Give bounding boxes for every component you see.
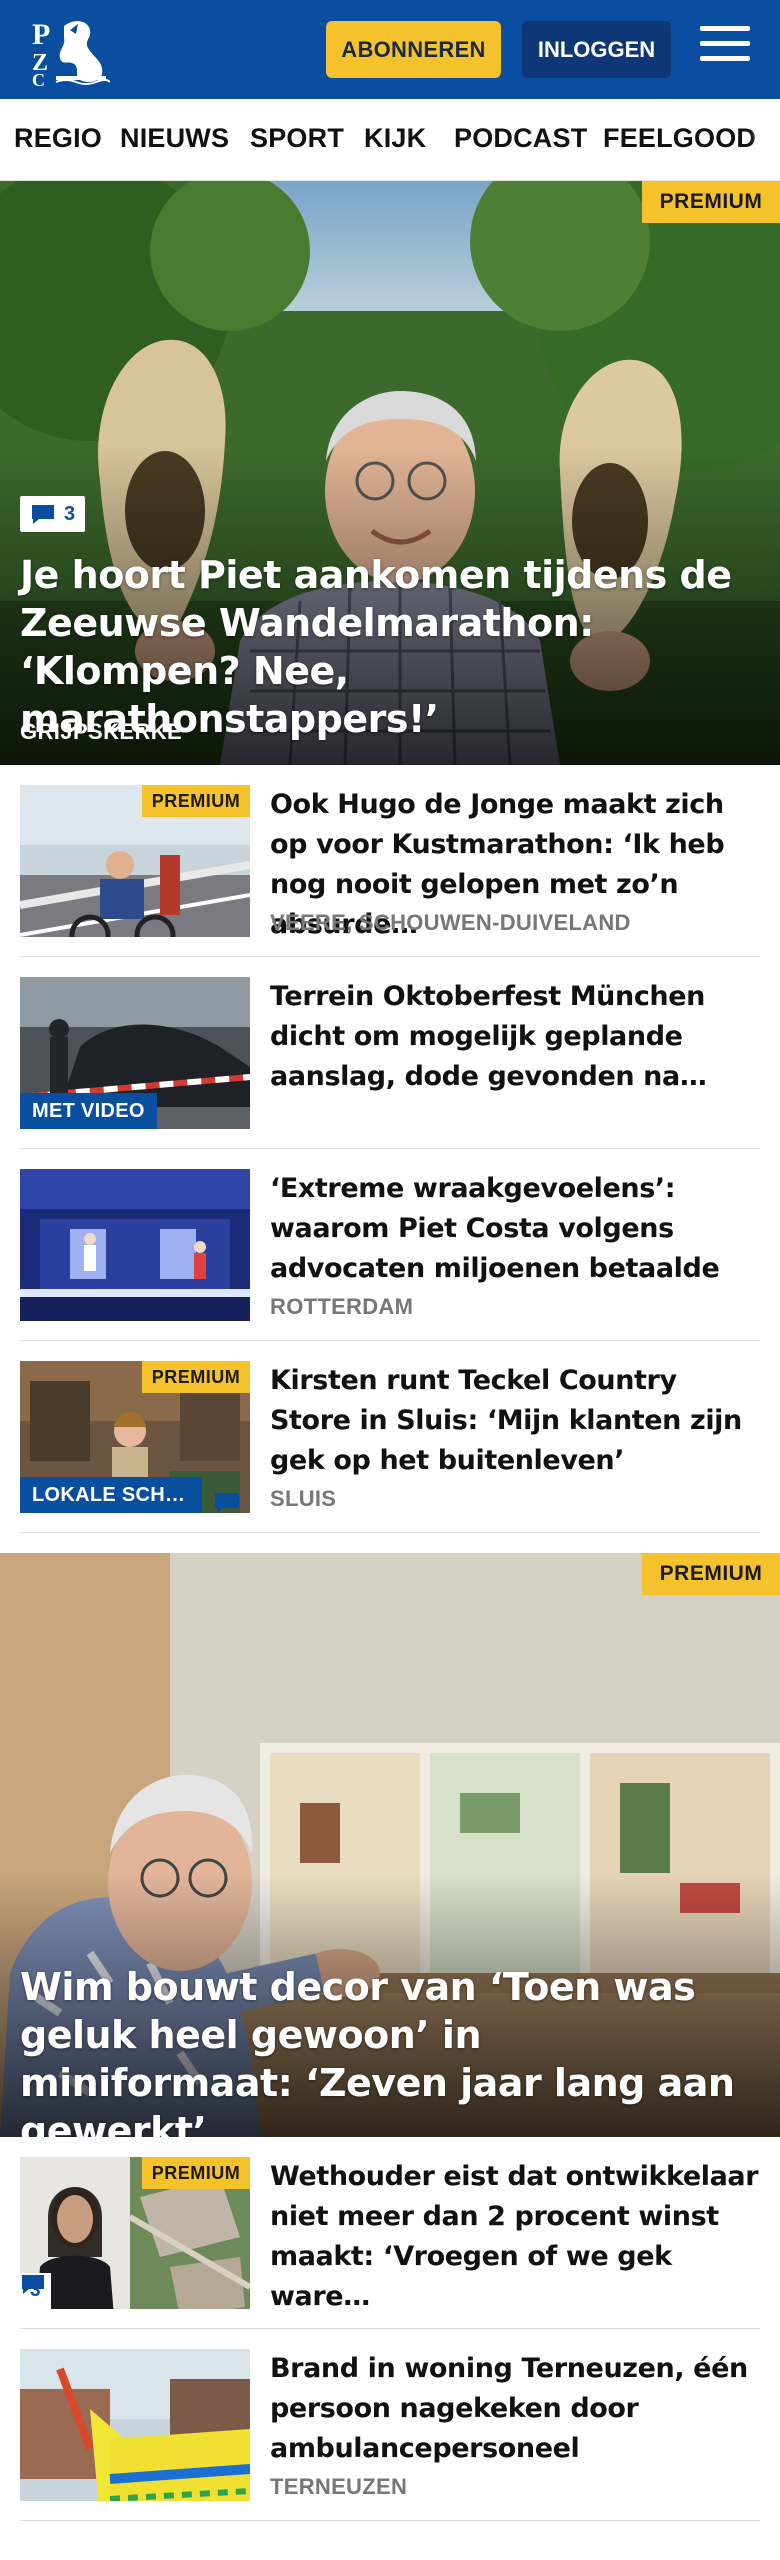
nav-item-podcast[interactable]: PODCAST: [454, 123, 587, 154]
premium-badge: PREMIUM: [642, 1553, 780, 1595]
subscribe-button[interactable]: ABONNEREN: [326, 21, 501, 78]
article-headline[interactable]: Terrein Oktoberfest München dicht om mog…: [270, 977, 760, 1097]
nav-item-sport[interactable]: SPORT: [250, 123, 344, 154]
video-label: MET VIDEO: [20, 1093, 157, 1129]
nav-item-nieuws[interactable]: NIEUWS: [120, 123, 229, 154]
premium-badge: PREMIUM: [642, 181, 780, 223]
article-thumbnail: PREMIUM 3: [20, 2157, 250, 2309]
section-nav: REGIO NIEUWS SPORT KIJK PODCAST FEELGOOD: [0, 99, 780, 181]
article-location: TERNEUZEN: [270, 2474, 408, 2499]
local-label: LOKALE SCH…: [20, 1477, 202, 1513]
list-item[interactable]: ‘Extreme wraakgevoelens’: waarom Piet Co…: [20, 1149, 760, 1341]
hero-article-2[interactable]: PREMIUM Wim bouwt decor van ‘Toen was ge…: [0, 1553, 780, 2137]
nav-item-kijk[interactable]: KIJK: [364, 123, 426, 154]
pzc-logo[interactable]: P Z C: [30, 14, 111, 90]
comment-count-chip[interactable]: 3: [20, 496, 86, 532]
premium-badge: PREMIUM: [142, 2157, 250, 2189]
list-item[interactable]: PREMIUM Ook Hugo de Jonge maakt zich op …: [20, 765, 760, 957]
article-thumbnail: MET VIDEO: [20, 977, 250, 1129]
pzc-logo-icon: P Z C: [32, 18, 111, 90]
article-location: SLUIS: [270, 1486, 337, 1511]
nav-item-feelgood[interactable]: FEELGOOD: [603, 123, 756, 154]
article-headline[interactable]: Brand in woning Terneuzen, één persoon n…: [270, 2349, 760, 2469]
article-location: VEERE, SCHOUWEN-DUIVELAND: [270, 910, 631, 935]
article-headline[interactable]: ‘Extreme wraakgevoelens’: waarom Piet Co…: [270, 1169, 760, 1289]
hero-headline[interactable]: Je hoort Piet aankomen tijdens de Zeeuws…: [20, 551, 740, 743]
thumb-photo-costa: [20, 1169, 250, 1321]
article-headline[interactable]: Kirsten runt Teckel Country Store in Slu…: [270, 1361, 760, 1481]
premium-badge: PREMIUM: [142, 1361, 250, 1393]
hamburger-menu-icon[interactable]: [700, 26, 750, 70]
article-headline[interactable]: Wethouder eist dat ontwikkelaar niet mee…: [270, 2157, 760, 2317]
article-thumbnail: [20, 1169, 250, 1321]
list-item[interactable]: PREMIUM LOKALE SCH… Kirsten runt Teckel …: [20, 1341, 760, 1533]
nav-overflow-fade: [750, 99, 780, 180]
comment-count-chip[interactable]: 3: [20, 2273, 51, 2309]
login-button[interactable]: INLOGGEN: [522, 21, 671, 78]
article-thumbnail: PREMIUM: [20, 785, 250, 937]
hero-headline[interactable]: Wim bouwt decor van ‘Toen was geluk heel…: [20, 1963, 740, 2137]
svg-text:C: C: [32, 70, 45, 86]
comment-icon[interactable]: [213, 1491, 241, 1515]
article-thumbnail: [20, 2349, 250, 2501]
list-item[interactable]: MET VIDEO Terrein Oktoberfest München di…: [20, 957, 760, 1149]
thumb-photo-brand: [20, 2349, 250, 2501]
article-location: ROTTERDAM: [270, 1294, 414, 1319]
list-item[interactable]: Brand in woning Terneuzen, één persoon n…: [20, 2329, 760, 2521]
top-bar: P Z C ABONNEREN INLOGGEN: [0, 0, 780, 99]
comment-icon: [32, 505, 54, 524]
list-item[interactable]: PREMIUM 3 Wethouder eist dat ontwikkelaa…: [20, 2137, 760, 2329]
comment-icon: [22, 2275, 44, 2294]
svg-text:P: P: [32, 18, 50, 51]
hero-article-1[interactable]: PREMIUM 3 Je hoort Piet aankomen tijdens…: [0, 181, 780, 765]
comment-count: 3: [64, 502, 76, 525]
hero-location: GRIJPSKERKE: [20, 719, 183, 744]
premium-badge: PREMIUM: [142, 785, 250, 817]
nav-item-regio[interactable]: REGIO: [14, 123, 102, 154]
